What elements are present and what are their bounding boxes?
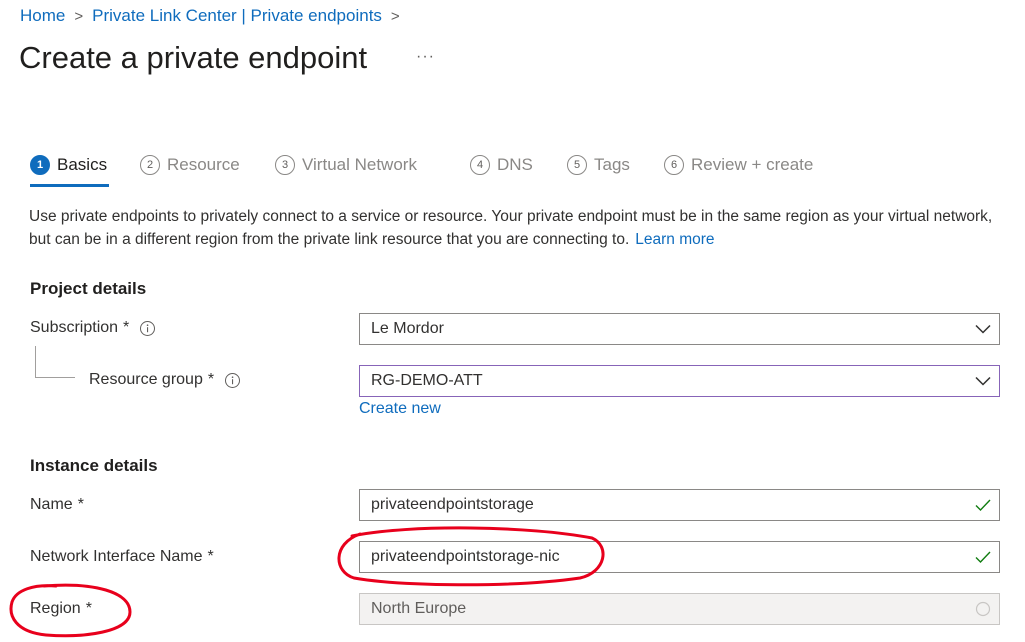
step-number: 4 [470, 155, 490, 175]
chevron-right-icon: > [74, 7, 84, 25]
subscription-value: Le Mordor [371, 320, 444, 337]
region-value: North Europe [371, 600, 467, 617]
step-number: 1 [30, 155, 50, 175]
checkmark-icon [967, 499, 999, 511]
resource-group-value: RG-DEMO-ATT [371, 372, 483, 389]
checkmark-icon [967, 551, 999, 563]
breadcrumb-home-link[interactable]: Home [20, 6, 65, 26]
subscription-label: Subscription * [30, 319, 156, 337]
name-label: Name * [30, 496, 84, 514]
nic-name-value: privateendpointstorage-nic [371, 548, 560, 565]
network-interface-name-input[interactable]: privateendpointstorage-nic [359, 541, 1000, 573]
required-asterisk: * [207, 548, 214, 565]
subscription-label-text: Subscription [30, 319, 119, 336]
name-input[interactable]: privateendpointstorage [359, 489, 1000, 521]
name-label-text: Name [30, 496, 73, 513]
project-details-heading: Project details [30, 279, 147, 298]
region-dropdown[interactable]: North Europe [359, 593, 1000, 625]
required-asterisk: * [77, 496, 84, 513]
step-number: 2 [140, 155, 160, 175]
step-number: 3 [275, 155, 295, 175]
resource-group-label-text: Resource group [89, 371, 203, 388]
page-title: Create a private endpoint [19, 40, 368, 75]
tab-label: DNS [497, 155, 533, 174]
info-icon[interactable] [224, 372, 241, 389]
network-interface-name-label: Network Interface Name * [30, 548, 214, 566]
tree-connector [35, 346, 75, 378]
tab-label: Resource [167, 155, 240, 174]
required-asterisk: * [85, 600, 92, 617]
step-number: 5 [567, 155, 587, 175]
required-asterisk: * [123, 319, 130, 336]
spinner-icon [967, 601, 999, 617]
tab-dns[interactable]: 4 DNS [470, 150, 533, 180]
region-label: Region * [30, 600, 92, 618]
breadcrumb-private-endpoints-link[interactable]: Private Link Center | Private endpoints [92, 6, 382, 26]
intro-text: Use private endpoints to privately conne… [29, 205, 1009, 251]
resource-group-dropdown[interactable]: RG-DEMO-ATT [359, 365, 1000, 397]
name-value: privateendpointstorage [371, 496, 534, 513]
create-new-link[interactable]: Create new [359, 400, 441, 418]
active-tab-indicator [30, 184, 109, 187]
tab-label: Basics [57, 155, 108, 174]
chevron-down-icon [967, 324, 999, 334]
step-number: 6 [664, 155, 684, 175]
subscription-dropdown[interactable]: Le Mordor [359, 313, 1000, 345]
tab-basics[interactable]: 1 Basics [30, 150, 107, 180]
tab-label: Review + create [691, 155, 814, 174]
tab-review-create[interactable]: 6 Review + create [664, 150, 813, 180]
info-icon[interactable] [139, 320, 156, 337]
learn-more-link[interactable]: Learn more [635, 231, 714, 248]
tab-label: Tags [594, 155, 630, 174]
required-asterisk: * [207, 371, 215, 388]
more-icon[interactable]: ··· [416, 48, 435, 66]
instance-details-heading: Instance details [30, 456, 158, 475]
wizard-tabs: 1 Basics 2 Resource 3 Virtual Network 4 … [30, 150, 830, 190]
intro-description: Use private endpoints to privately conne… [29, 208, 993, 248]
tab-tags[interactable]: 5 Tags [567, 150, 630, 180]
tab-virtual-network[interactable]: 3 Virtual Network [275, 150, 417, 180]
chevron-down-icon [967, 376, 999, 386]
breadcrumb: Home > Private Link Center | Private end… [20, 6, 409, 26]
resource-group-label: Resource group * [89, 371, 241, 389]
nic-name-label-text: Network Interface Name [30, 548, 203, 565]
tab-resource[interactable]: 2 Resource [140, 150, 240, 180]
region-label-text: Region [30, 600, 81, 617]
chevron-right-icon: > [390, 7, 400, 25]
tab-label: Virtual Network [302, 155, 417, 174]
